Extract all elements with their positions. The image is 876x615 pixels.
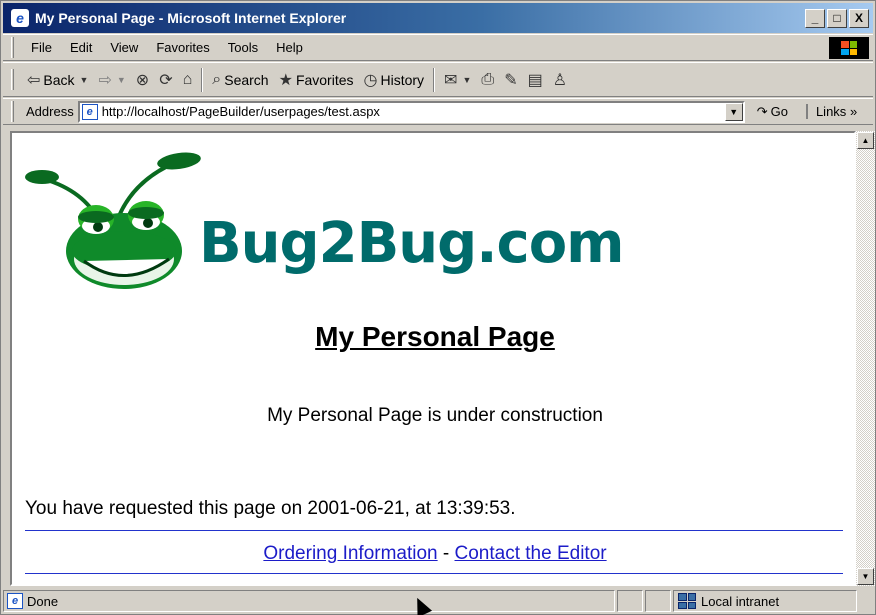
links-label: Links (815, 104, 847, 119)
menu-file[interactable]: File (22, 40, 61, 55)
history-label: History (380, 71, 425, 88)
home-button[interactable]: ⌂ (178, 67, 198, 93)
favorites-button[interactable]: ★ Favorites (274, 67, 359, 93)
menu-grip[interactable] (11, 37, 14, 58)
intranet-icon (678, 593, 696, 609)
go-label: Go (770, 104, 788, 119)
ie-icon: e (11, 9, 29, 27)
print-button[interactable]: ⎙ (476, 67, 499, 93)
mail-icon: ✉ (444, 71, 458, 89)
history-button[interactable]: ◷ History (359, 67, 430, 93)
print-icon: ⎙ (481, 70, 495, 88)
standard-toolbar: ⇦ Back ▼ ⇨ ▼ ⊗ ⟳ ⌂ ⌕ Search ★ Favorites … (3, 62, 873, 97)
windows-logo (829, 37, 869, 59)
address-bar: Address e http://localhost/PageBuilder/u… (3, 98, 873, 125)
security-zone: Local intranet (673, 590, 857, 612)
status-main: e Done (3, 590, 615, 612)
address-input[interactable]: e http://localhost/PageBuilder/userpages… (77, 100, 745, 123)
zone-label: Local intranet (701, 593, 780, 609)
menu-bar: File Edit View Favorites Tools Help (3, 34, 873, 61)
discuss-icon: ▤ (527, 71, 543, 89)
menu-view[interactable]: View (101, 40, 147, 55)
home-icon: ⌂ (182, 70, 193, 88)
search-label: Search (224, 71, 269, 88)
refresh-button[interactable]: ⟳ (154, 67, 177, 93)
favorites-label: Favorites (295, 71, 354, 88)
stop-icon: ⊗ (135, 71, 150, 89)
footer-separator: - (437, 543, 455, 564)
browser-window: e My Personal Page - Microsoft Internet … (0, 0, 876, 615)
edit-icon: ✎ (504, 71, 518, 89)
mail-dropdown-icon[interactable]: ▼ (462, 75, 471, 85)
search-button[interactable]: ⌕ Search (207, 67, 273, 93)
menu-tools[interactable]: Tools (219, 40, 267, 55)
messenger-button[interactable]: ♙ (548, 67, 572, 93)
back-arrow-icon: ⇦ (27, 71, 41, 89)
title-bar[interactable]: e My Personal Page - Microsoft Internet … (3, 3, 873, 33)
address-grip[interactable] (11, 101, 14, 122)
address-label: Address (26, 104, 74, 119)
ordering-information-link[interactable]: Ordering Information (263, 543, 437, 564)
requested-timestamp: You have requested this page on 2001-06-… (25, 498, 516, 519)
go-button[interactable]: ↷ Go (757, 104, 788, 120)
back-button[interactable]: ⇦ Back ▼ (22, 67, 93, 93)
minimize-button[interactable]: _ (805, 8, 825, 28)
bug2bug-logo: Bug2Bug.com (24, 151, 625, 291)
toolbar-separator (201, 67, 204, 92)
construction-text: My Personal Page is under construction (267, 405, 603, 426)
scroll-up-icon[interactable]: ▲ (857, 132, 874, 149)
toolbar-grip[interactable] (11, 69, 14, 90)
menu-favorites[interactable]: Favorites (147, 40, 218, 55)
status-panel (645, 590, 671, 612)
close-button[interactable]: X (849, 8, 869, 28)
search-icon: ⌕ (212, 70, 222, 88)
page-done-icon: e (7, 593, 23, 609)
contact-editor-link[interactable]: Contact the Editor (455, 543, 607, 564)
window-controls: _ □ X (805, 8, 869, 28)
stop-button[interactable]: ⊗ (131, 67, 154, 93)
forward-button[interactable]: ⇨ ▼ (93, 67, 130, 93)
toolbar-separator (433, 67, 436, 92)
links-button[interactable]: Links » (805, 104, 858, 119)
favorites-icon: ★ (278, 71, 293, 89)
footer-links: Ordering Information - Contact the Edito… (12, 543, 854, 565)
status-panel (617, 590, 643, 612)
address-url[interactable]: http://localhost/PageBuilder/userpages/t… (102, 104, 380, 119)
window-title: My Personal Page - Microsoft Internet Ex… (35, 10, 347, 26)
status-bar: e Done Local intranet (3, 589, 873, 613)
address-dropdown-icon[interactable]: ▼ (724, 102, 743, 121)
forward-dropdown-icon[interactable]: ▼ (117, 75, 126, 85)
page-icon: e (81, 103, 98, 120)
maximize-button[interactable]: □ (827, 8, 847, 28)
status-text: Done (27, 593, 59, 609)
back-label: Back (43, 71, 75, 88)
mail-button[interactable]: ✉ ▼ (439, 67, 476, 93)
page-heading: My Personal Page (315, 321, 555, 352)
windows-flag-icon (841, 41, 857, 55)
edit-button[interactable]: ✎ (499, 67, 522, 93)
refresh-icon: ⟳ (159, 71, 173, 89)
vertical-scrollbar[interactable]: ▲ ▼ (856, 131, 875, 586)
messenger-icon: ♙ (552, 71, 568, 89)
go-arrow-icon: ↷ (756, 103, 768, 119)
scroll-down-icon[interactable]: ▼ (857, 568, 874, 585)
back-dropdown-icon[interactable]: ▼ (80, 75, 89, 85)
divider-bottom (25, 573, 843, 574)
menu-edit[interactable]: Edit (61, 40, 101, 55)
history-icon: ◷ (363, 71, 378, 89)
discuss-button[interactable]: ▤ (523, 67, 548, 93)
chevron-right-icon: » (849, 104, 858, 119)
forward-arrow-icon: ⇨ (98, 71, 112, 89)
menu-help[interactable]: Help (267, 40, 312, 55)
logo-text: Bug2Bug.com (199, 211, 625, 276)
divider-top (25, 530, 843, 531)
page-content: Bug2Bug.com My Personal Page My Personal… (10, 131, 856, 586)
